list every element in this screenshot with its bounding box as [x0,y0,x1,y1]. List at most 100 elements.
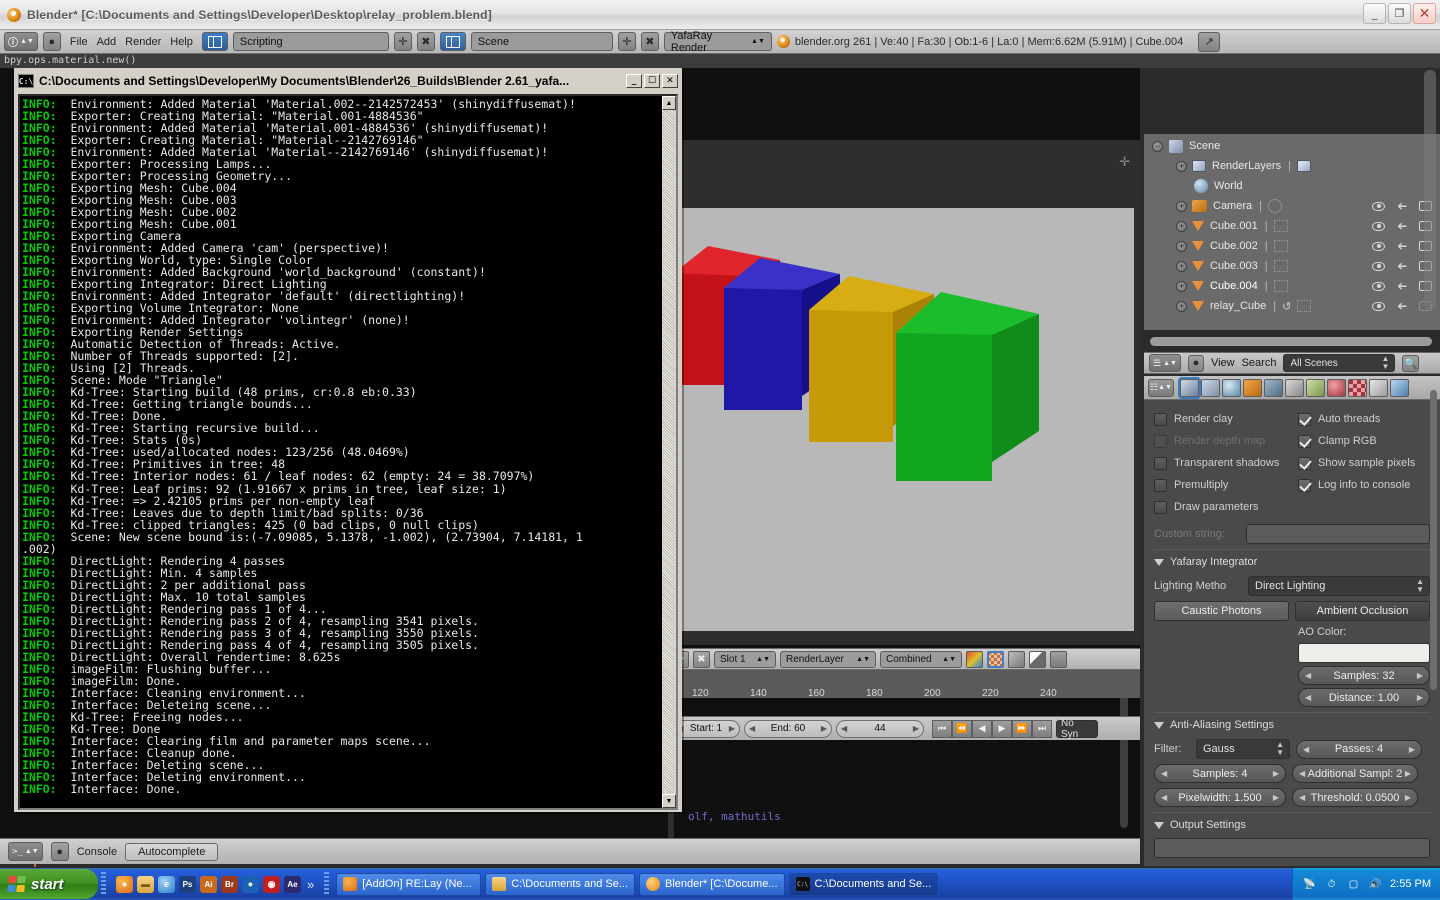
photoshop-icon[interactable]: Ps [179,875,196,893]
checkbox-log-info-to-console[interactable]: Log info to console [1298,474,1428,496]
restrict-select-icon[interactable]: ➔ [1397,219,1407,233]
outliner-item-scene[interactable]: − Scene [1150,136,1436,156]
checkbox-show-sample-pixels[interactable]: Show sample pixels [1298,452,1428,474]
custom-string-input[interactable] [1246,524,1430,544]
expand-collapse-icon[interactable]: + [1176,160,1187,172]
task-button-firefox[interactable]: [AddOn] RE:Lay (Ne... [336,872,482,896]
expand-collapse-icon[interactable]: + [1176,260,1187,272]
color-swatch-icon[interactable] [966,650,983,668]
command-prompt-scrollbar[interactable]: ▲ ▼ [662,96,676,808]
checkbox-auto-threads[interactable]: Auto threads [1298,408,1428,430]
render-icon[interactable] [1050,650,1067,668]
cp-maximize-button[interactable]: ☐ [644,74,660,88]
network-icon[interactable]: 📡 [1302,877,1317,892]
tab-world[interactable] [1222,378,1241,397]
command-prompt-output[interactable]: INFO: Environment: Added Material 'Mater… [18,94,678,810]
restrict-view-icon[interactable] [1371,301,1385,311]
aa-passes-field[interactable]: ◀ Passes: 4 ▶ [1296,739,1422,759]
expand-collapse-icon[interactable]: + [1176,200,1187,212]
jump-end-button[interactable]: ⏭ [1032,719,1052,738]
outliner-item-cube001[interactable]: + Cube.001 | ➔ [1150,216,1436,236]
screen-layout-icon[interactable] [201,32,228,51]
aa-filter-select[interactable]: Gauss ▲ ▼ [1196,739,1290,759]
ao-distance-field[interactable]: ◀ Distance: 1.00 ▶ [1298,688,1430,707]
frame-start-field[interactable]: ◀Start: 1▶ [672,719,740,738]
expand-collapse-icon[interactable]: − [1152,140,1163,152]
outliner-item-world[interactable]: World [1150,176,1436,196]
illustrator-icon[interactable]: Ai [200,875,217,893]
restrict-view-icon[interactable] [1371,201,1385,211]
tab-texture[interactable] [1348,378,1367,397]
menu-add[interactable]: Add [97,36,117,48]
minimize-button[interactable]: _ [1363,3,1386,24]
tab-scene[interactable] [1201,378,1220,397]
close-button[interactable]: ✕ [1413,3,1436,24]
render-layer-select[interactable]: RenderLayer ▲▼ [780,650,876,668]
panel-header-output-settings[interactable]: Output Settings [1154,812,1430,834]
ao-color-swatch[interactable] [1298,643,1430,663]
outliner-item-cube002[interactable]: + Cube.002 | ➔ [1150,236,1436,256]
alpha-checker-icon[interactable] [987,650,1004,668]
ambient-occlusion-button[interactable]: Ambient Occlusion [1295,601,1430,621]
expand-collapse-icon[interactable]: + [1176,240,1187,252]
restrict-select-icon[interactable]: ➔ [1397,299,1407,313]
mesh-data-icon[interactable] [1273,220,1288,232]
panel-header-yafaray-integrator[interactable]: Yafaray Integrator [1154,549,1430,571]
timeline-editor[interactable]: 120 140 160 180 200 220 240 [668,670,1140,699]
start-button[interactable]: start [0,869,98,899]
camera-data-icon[interactable] [1267,199,1282,213]
console-scrollbar[interactable] [1120,688,1128,828]
ao-samples-field[interactable]: ◀ Samples: 32 ▶ [1298,666,1430,685]
render-panel-plus-icon[interactable]: ✛ [1119,154,1130,170]
restrict-view-icon[interactable] [1371,281,1385,291]
luminance-icon[interactable] [1029,650,1046,668]
cp-minimize-button[interactable]: _ [626,74,642,88]
next-keyframe-button[interactable]: ⏩ [1012,719,1032,738]
outliner-search-menu[interactable]: Search [1242,357,1277,369]
output-path-input[interactable] [1154,838,1430,858]
checkbox-premultiply[interactable]: Premultiply [1154,474,1286,496]
outliner-vertical-scrollbar[interactable] [1424,70,1436,310]
render-slot-select[interactable]: Slot 1 ▲▼ [714,650,776,668]
quick-launch-overflow-button[interactable]: » [307,877,314,892]
report-expand-button[interactable]: ↗ [1198,31,1221,52]
task-button-command-prompt[interactable]: C:\ C:\Documents and Se... [788,872,939,896]
folder-icon[interactable]: ▬ [137,875,154,893]
checkbox-render-clay[interactable]: Render clay [1154,408,1286,430]
mesh-data-icon[interactable] [1273,280,1288,292]
battery-icon[interactable]: ▢ [1346,877,1361,892]
animation-icon[interactable]: ↺ [1282,300,1291,313]
autocomplete-button[interactable]: Autocomplete [125,842,219,861]
aa-pixelwidth-field[interactable]: ◀ Pixelwidth: 1.500 ▶ [1154,788,1286,807]
task-button-explorer[interactable]: C:\Documents and Se... [485,872,636,896]
restrict-view-icon[interactable] [1371,241,1385,251]
tab-constraint[interactable] [1264,378,1283,397]
footer-collapse-button[interactable]: ● [50,842,69,861]
checkbox-draw-parameters[interactable]: Draw parameters [1154,496,1286,518]
mesh-data-icon[interactable] [1273,260,1288,272]
outliner-view-menu[interactable]: View [1211,357,1235,369]
outliner-display-mode-select[interactable]: All Scenes ▲ ▼ [1283,354,1396,372]
clock-icon[interactable]: ⏱ [1324,877,1339,892]
panel-header-anti-aliasing[interactable]: Anti-Aliasing Settings [1154,712,1430,734]
info-editor-type-button[interactable]: ⓘ ▲▼ [4,32,38,51]
task-button-blender[interactable]: Blender* [C:\Docume... [639,872,785,896]
play-button[interactable]: ▶ [992,719,1012,738]
current-frame-field[interactable]: ◀ 44 ▶ [836,719,924,738]
delete-scene-button[interactable]: ✖ [640,32,659,51]
firefox-icon[interactable]: ● [116,875,133,893]
tab-physics[interactable] [1390,378,1409,397]
outliner-editor[interactable]: − Scene + RenderLayers | World + Camera … [1144,134,1440,330]
renderlayer-data-icon[interactable] [1296,160,1311,172]
jump-start-button[interactable]: ⏮ [932,719,952,738]
restrict-select-icon[interactable]: ➔ [1397,279,1407,293]
outliner-editor-type-button[interactable]: ☰ ▲▼ [1149,354,1181,372]
volume-icon[interactable]: 🔊 [1368,877,1383,892]
ie-icon[interactable]: e [158,875,175,893]
magnifier-icon[interactable]: 🔍 [1402,354,1420,372]
tab-object[interactable] [1243,378,1262,397]
scene-field[interactable]: Scene [470,32,613,51]
restrict-select-icon[interactable]: ➔ [1397,239,1407,253]
delete-screen-button[interactable]: ✖ [416,32,435,51]
expand-collapse-icon[interactable]: + [1176,300,1187,312]
